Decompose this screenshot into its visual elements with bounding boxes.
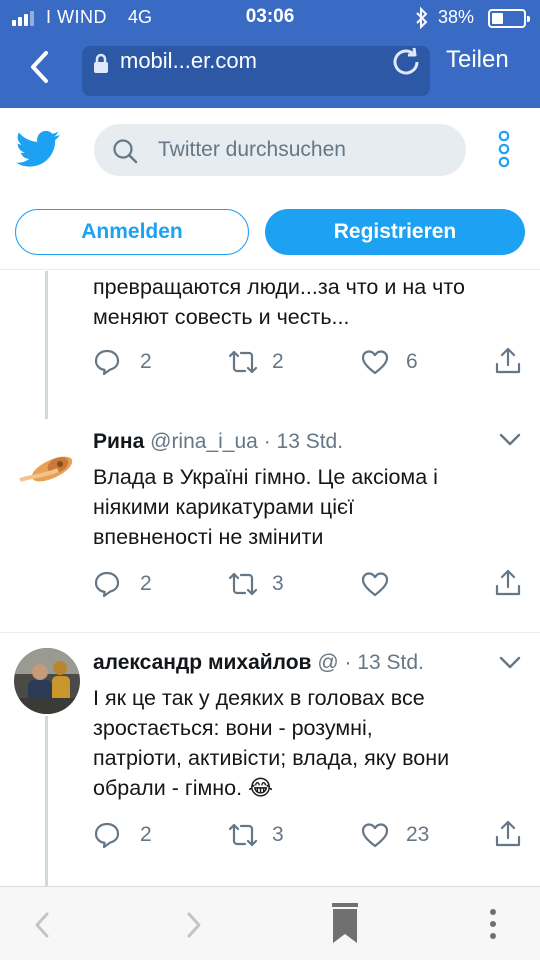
reply-button[interactable] bbox=[93, 348, 121, 376]
reply-count: 2 bbox=[140, 350, 152, 373]
author-name: александр михайлов bbox=[93, 651, 312, 674]
like-button[interactable] bbox=[360, 821, 390, 849]
twitter-header: Twitter durchsuchen bbox=[0, 108, 540, 194]
menu-dots-icon[interactable] bbox=[488, 907, 498, 946]
tweet-text-line: ніякими карикатурами цієї bbox=[93, 495, 354, 519]
url-text[interactable]: mobil...er.com bbox=[120, 48, 257, 74]
author-handle: @rina_i_ua bbox=[150, 430, 258, 453]
retweet-count: 2 bbox=[272, 350, 284, 373]
like-count: 6 bbox=[406, 350, 418, 373]
thread-line bbox=[45, 271, 48, 419]
like-count: 23 bbox=[406, 823, 430, 846]
status-bar: I WIND 4G 03:06 38% bbox=[0, 0, 540, 36]
tweet-text-line: превращаются люди...за что и на что bbox=[93, 275, 465, 299]
tweet-text-line: патріоти, активісти; влада, яку вони bbox=[93, 746, 450, 770]
avatar[interactable] bbox=[14, 648, 80, 714]
tweet-text: І як це так у деяких в головах все зрост… bbox=[93, 683, 523, 803]
more-options-icon[interactable] bbox=[496, 130, 512, 175]
search-placeholder: Twitter durchsuchen bbox=[158, 138, 346, 161]
tweet-text-line: меняют совесть и честь... bbox=[93, 305, 350, 329]
back-button[interactable] bbox=[28, 50, 64, 94]
tweet-text-line: І як це так у деяких в головах все bbox=[93, 686, 425, 710]
auth-buttons: Anmelden Registrieren bbox=[0, 194, 540, 270]
bluetooth-icon bbox=[415, 6, 429, 34]
tweet-text-line: Влада в Україні гімно. Це аксіома і bbox=[93, 465, 438, 489]
share-tweet-button[interactable] bbox=[494, 819, 522, 849]
retweet-button[interactable] bbox=[226, 348, 260, 376]
battery-icon bbox=[488, 9, 530, 28]
reload-icon[interactable] bbox=[388, 44, 424, 85]
tweet-time: · 13 Std. bbox=[263, 430, 344, 453]
retweet-count: 3 bbox=[272, 572, 284, 595]
retweet-button[interactable] bbox=[226, 570, 260, 598]
twitter-bird-icon[interactable] bbox=[15, 130, 60, 173]
safari-address-bar: mobil...er.com Teilen bbox=[0, 36, 540, 108]
tweet-text-line: впевненості не змінити bbox=[93, 525, 324, 549]
chevron-down-icon[interactable] bbox=[498, 655, 522, 676]
tweet-text-line: обрали - гімно. 😂 bbox=[93, 776, 274, 800]
thread-line bbox=[45, 716, 48, 886]
like-button[interactable] bbox=[360, 570, 390, 598]
tweet-text: превращаются люди...за что и на что меня… bbox=[93, 272, 523, 332]
login-button[interactable]: Anmelden bbox=[15, 209, 249, 255]
share-button[interactable]: Teilen bbox=[446, 46, 509, 74]
browser-toolbar bbox=[0, 886, 540, 960]
reply-button[interactable] bbox=[93, 570, 121, 598]
tweet-text-line: зростається: вони - розумні, bbox=[93, 716, 373, 740]
tweet-author[interactable]: александр михайлов @ · 13 Std. bbox=[93, 651, 424, 675]
battery-percentage: 38% bbox=[438, 7, 475, 27]
search-icon bbox=[112, 138, 138, 169]
lock-icon bbox=[92, 53, 110, 80]
tweet-divider bbox=[0, 632, 540, 633]
reply-button[interactable] bbox=[93, 821, 121, 849]
share-tweet-button[interactable] bbox=[494, 346, 522, 376]
avatar[interactable] bbox=[14, 436, 80, 502]
signup-button[interactable]: Registrieren bbox=[265, 209, 525, 255]
browser-forward-icon[interactable] bbox=[186, 911, 202, 944]
share-tweet-button[interactable] bbox=[494, 568, 522, 598]
retweet-count: 3 bbox=[272, 823, 284, 846]
reply-count: 2 bbox=[140, 572, 152, 595]
author-name: Рина bbox=[93, 430, 145, 453]
twitter-search-field[interactable]: Twitter durchsuchen bbox=[94, 124, 466, 176]
chevron-down-icon[interactable] bbox=[498, 432, 522, 453]
reply-count: 2 bbox=[140, 823, 152, 846]
bookmark-icon[interactable] bbox=[330, 901, 360, 950]
browser-header: I WIND 4G 03:06 38% mobil...er.com Teile… bbox=[0, 0, 540, 108]
retweet-button[interactable] bbox=[226, 821, 260, 849]
tweet-author[interactable]: Рина @rina_i_ua · 13 Std. bbox=[93, 430, 343, 454]
tweet-time: · 13 Std. bbox=[344, 651, 424, 674]
tweet-text: Влада в Україні гімно. Це аксіома і ніяк… bbox=[93, 462, 523, 552]
browser-back-icon[interactable] bbox=[34, 911, 50, 944]
author-handle: @ bbox=[317, 651, 339, 674]
like-button[interactable] bbox=[360, 348, 390, 376]
